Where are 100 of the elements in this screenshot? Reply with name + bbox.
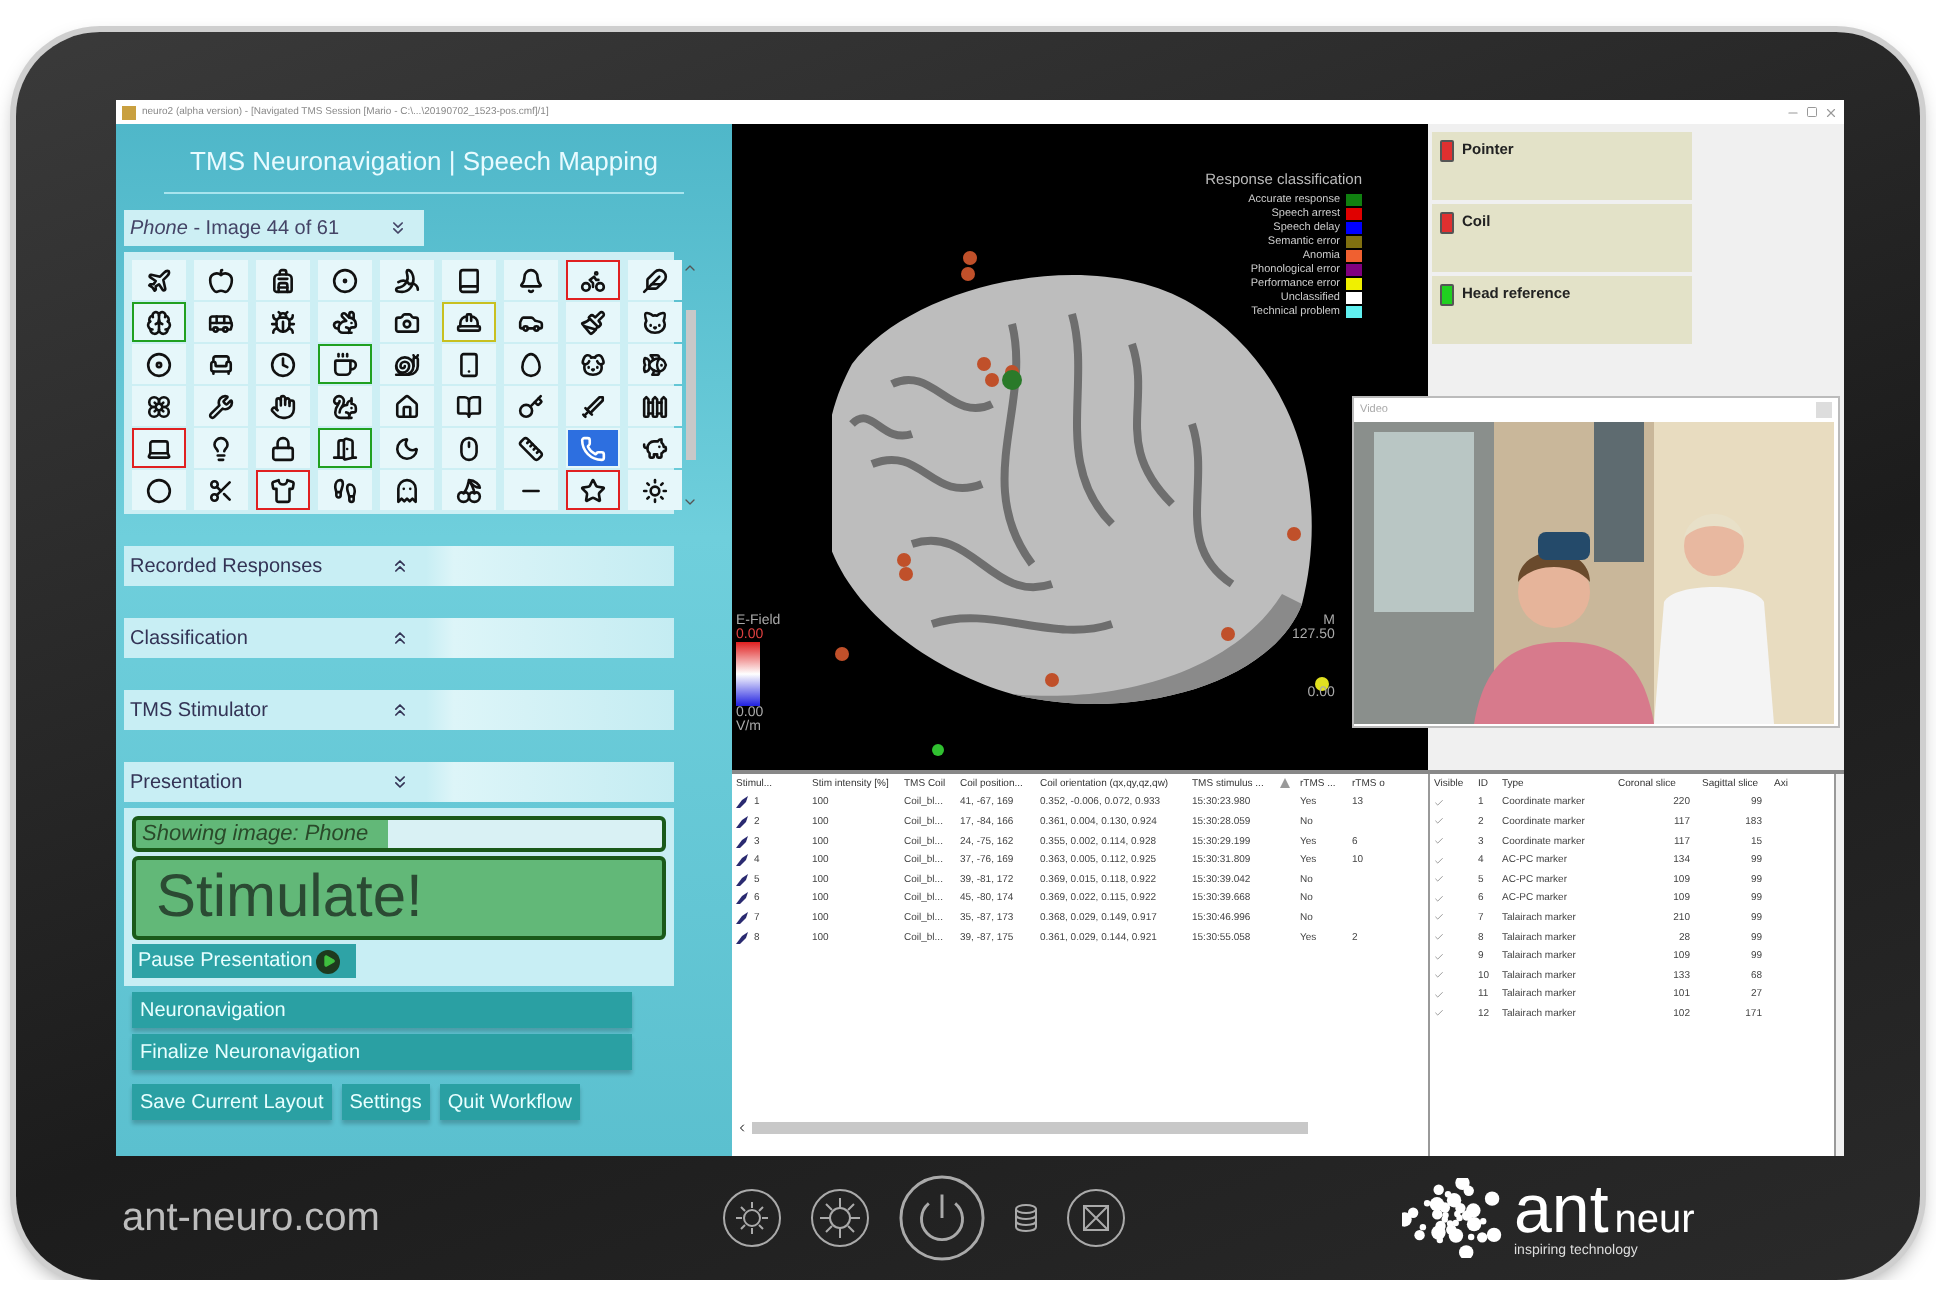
insect-icon xyxy=(270,309,296,335)
check-icon[interactable] xyxy=(1434,855,1444,866)
bell-icon xyxy=(518,267,544,293)
image-section-tab[interactable]: Phone - Image 44 of 61 xyxy=(124,210,424,246)
brand-name: neur xyxy=(1614,1197,1695,1243)
key-icon xyxy=(518,393,544,419)
expand-icon[interactable] xyxy=(390,556,410,576)
banana-icon xyxy=(394,267,420,293)
collapse-icon[interactable] xyxy=(390,772,410,792)
clock-icon xyxy=(270,351,296,377)
picture-tile[interactable] xyxy=(318,428,372,468)
collapse-icon[interactable] xyxy=(388,218,408,238)
stimulate-button[interactable]: Stimulate! xyxy=(132,856,666,940)
flower-icon xyxy=(146,393,172,419)
check-icon[interactable] xyxy=(1434,1008,1444,1019)
check-icon[interactable] xyxy=(1434,893,1444,904)
app-icon xyxy=(122,105,136,119)
egg-icon xyxy=(518,351,544,377)
scrollbar[interactable] xyxy=(682,260,698,510)
disc-icon xyxy=(146,351,172,377)
apple-icon xyxy=(208,267,234,293)
close-icon[interactable] xyxy=(1824,105,1838,119)
wrench-icon xyxy=(208,393,234,419)
dog-icon xyxy=(580,351,606,377)
check-icon[interactable] xyxy=(1434,816,1444,827)
brightness-high-icon[interactable] xyxy=(810,1188,870,1248)
hand-icon xyxy=(270,393,296,419)
database-icon[interactable] xyxy=(1014,1204,1038,1232)
brain-logo-icon xyxy=(1402,1178,1502,1258)
section-header[interactable]: Presentation xyxy=(124,762,674,802)
picture-tile[interactable] xyxy=(132,428,186,468)
phone-icon xyxy=(580,435,606,461)
snail-icon xyxy=(394,351,420,377)
expand-icon[interactable] xyxy=(390,700,410,720)
play-icon xyxy=(316,949,341,973)
fish-icon xyxy=(642,351,668,377)
star-icon xyxy=(580,477,606,503)
section-header[interactable]: TMS Stimulator xyxy=(124,690,674,730)
scroll-up-icon[interactable] xyxy=(682,260,698,276)
brand-name: ant xyxy=(1514,1179,1609,1239)
brightness-low-icon[interactable] xyxy=(722,1188,782,1248)
mouse-icon xyxy=(456,435,482,461)
marker-dot xyxy=(932,744,944,756)
maximize-icon[interactable] xyxy=(1806,106,1818,118)
open-book-icon xyxy=(456,393,482,419)
backpack-icon xyxy=(270,267,296,293)
picture-tile[interactable] xyxy=(256,470,310,510)
airplane-icon xyxy=(146,267,172,293)
cup-icon xyxy=(332,351,358,377)
cat-icon xyxy=(642,309,668,335)
pig-icon xyxy=(642,435,668,461)
box-icon[interactable] xyxy=(1066,1188,1126,1248)
sun-icon xyxy=(642,477,668,503)
scroll-left-icon[interactable] xyxy=(736,1122,748,1134)
color-scale xyxy=(736,642,760,706)
check-icon[interactable] xyxy=(1434,836,1444,847)
picture-tile[interactable] xyxy=(442,302,496,342)
panel-title: TMS Neuronavigation | Speech Mapping xyxy=(164,128,684,194)
bulb-icon xyxy=(208,435,234,461)
picture-tile[interactable] xyxy=(566,260,620,300)
book-icon xyxy=(456,267,482,293)
bicycle-icon xyxy=(580,267,606,293)
lock-icon xyxy=(270,435,296,461)
ring-icon xyxy=(146,477,172,503)
shirt-icon xyxy=(270,477,296,503)
power-icon[interactable] xyxy=(898,1174,986,1262)
check-icon[interactable] xyxy=(1434,797,1444,808)
brush-icon xyxy=(580,309,606,335)
section-header[interactable]: Recorded Responses xyxy=(124,546,674,586)
brain-icon xyxy=(146,309,172,335)
moon-icon xyxy=(394,435,420,461)
check-icon[interactable] xyxy=(1434,912,1444,923)
scissors-icon xyxy=(208,477,234,503)
bus-icon xyxy=(208,309,234,335)
door-icon xyxy=(332,435,358,461)
website-text: ant-neuro.com xyxy=(120,1195,382,1241)
cap-icon xyxy=(456,309,482,335)
check-icon[interactable] xyxy=(1434,874,1444,885)
camera-icon xyxy=(394,309,420,335)
check-icon[interactable] xyxy=(1434,932,1444,943)
expand-icon[interactable] xyxy=(390,628,410,648)
laptop-icon xyxy=(146,435,172,461)
picture-tile[interactable] xyxy=(318,344,372,384)
check-icon[interactable] xyxy=(1434,970,1444,981)
scroll-down-icon[interactable] xyxy=(682,494,698,510)
ruler-icon xyxy=(518,435,544,461)
house-icon xyxy=(394,393,420,419)
device-icon xyxy=(456,351,482,377)
picture-tile[interactable] xyxy=(132,302,186,342)
status-field: Showing image: Phone xyxy=(132,816,666,852)
cherry-icon xyxy=(456,477,482,503)
picture-tile[interactable] xyxy=(566,470,620,510)
sort-icon[interactable] xyxy=(1280,778,1290,789)
feather-icon xyxy=(642,267,668,293)
rabbit-icon xyxy=(332,309,358,335)
section-header[interactable]: Classification xyxy=(124,618,674,658)
chair-icon xyxy=(208,351,234,377)
check-icon[interactable] xyxy=(1434,951,1444,962)
check-icon[interactable] xyxy=(1434,989,1444,1000)
squirrel-icon xyxy=(332,393,358,419)
